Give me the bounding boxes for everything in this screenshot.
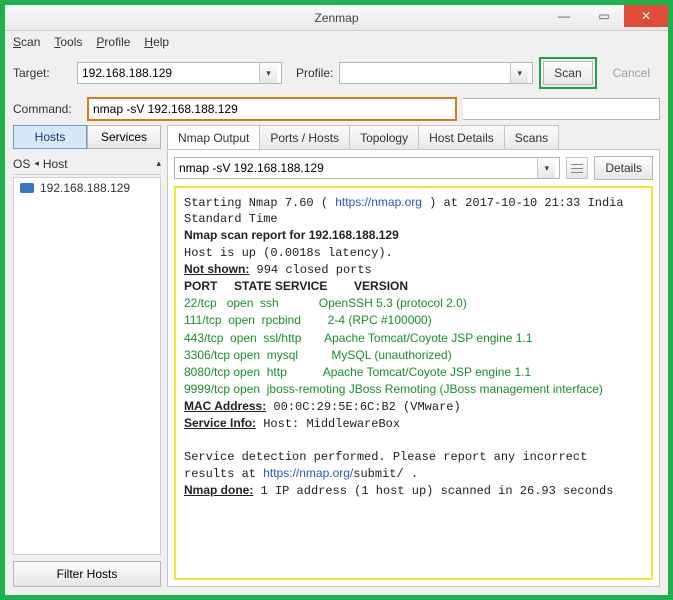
command-highlight — [87, 97, 457, 121]
tab-nmap-output[interactable]: Nmap Output — [167, 125, 260, 149]
host-list: 192.168.188.129 — [13, 177, 161, 555]
host-row[interactable]: 192.168.188.129 — [14, 178, 160, 198]
menu-tools[interactable]: Tools — [54, 35, 82, 49]
nmap-output-text[interactable]: Starting Nmap 7.60 ( https://nmap.org ) … — [174, 186, 653, 580]
tab-scans[interactable]: Scans — [504, 125, 559, 149]
main-area: Hosts Services OS ◂ Host ▴ 192.168.188.1… — [5, 125, 668, 595]
close-button[interactable]: ✕ — [624, 5, 668, 27]
tab-host-details[interactable]: Host Details — [418, 125, 505, 149]
tab-topology[interactable]: Topology — [349, 125, 419, 149]
host-ip: 192.168.188.129 — [40, 181, 130, 195]
output-scan-value: nmap -sV 192.168.188.129 — [179, 161, 324, 175]
profile-label: Profile: — [296, 66, 333, 80]
sort-left-icon: ◂ — [34, 158, 39, 169]
command-input[interactable] — [89, 99, 455, 119]
hosts-toggle[interactable]: Hosts — [13, 125, 87, 149]
menu-scan[interactable]: Scan — [13, 35, 40, 49]
chevron-down-icon[interactable]: ▾ — [510, 63, 528, 83]
chevron-down-icon[interactable]: ▾ — [259, 63, 277, 83]
left-toggle: Hosts Services — [13, 125, 161, 149]
window-controls: — ▭ ✕ — [544, 5, 668, 27]
minimize-button[interactable]: — — [544, 5, 584, 27]
title-bar: Zenmap — ▭ ✕ — [5, 5, 668, 31]
profile-combo[interactable]: ▾ — [339, 62, 533, 84]
scan-button[interactable]: Scan — [543, 61, 592, 85]
scan-highlight: Scan — [539, 57, 596, 89]
tab-bar: Nmap Output Ports / Hosts Topology Host … — [167, 125, 660, 149]
command-row: Command: — [5, 93, 668, 125]
sort-up-icon: ▴ — [156, 158, 161, 169]
target-label: Target: — [13, 66, 71, 80]
command-label: Command: — [13, 102, 81, 116]
command-input-ext[interactable] — [463, 98, 660, 120]
output-options-button[interactable] — [566, 157, 588, 179]
right-panel: Nmap Output Ports / Hosts Topology Host … — [167, 125, 660, 587]
left-panel: Hosts Services OS ◂ Host ▴ 192.168.188.1… — [13, 125, 161, 587]
app-window: Zenmap — ▭ ✕ Scan Tools Profile Help Tar… — [0, 0, 673, 600]
host-icon — [20, 183, 34, 193]
menu-help[interactable]: Help — [144, 35, 169, 49]
filter-hosts-button[interactable]: Filter Hosts — [13, 561, 161, 587]
output-scan-combo[interactable]: nmap -sV 192.168.188.129 ▾ — [174, 157, 560, 179]
menu-profile[interactable]: Profile — [96, 35, 130, 49]
details-button[interactable]: Details — [594, 156, 653, 180]
services-toggle[interactable]: Services — [87, 125, 161, 149]
maximize-button[interactable]: ▭ — [584, 5, 624, 27]
menu-bar: Scan Tools Profile Help — [5, 31, 668, 53]
target-row: Target: 192.168.188.129 ▾ Profile: ▾ Sca… — [5, 53, 668, 93]
tab-panel: nmap -sV 192.168.188.129 ▾ Details Start… — [167, 149, 660, 587]
output-toolbar: nmap -sV 192.168.188.129 ▾ Details — [174, 156, 653, 180]
os-column: OS — [13, 157, 30, 171]
host-column: Host — [43, 157, 68, 171]
tab-ports-hosts[interactable]: Ports / Hosts — [259, 125, 350, 149]
chevron-down-icon[interactable]: ▾ — [537, 158, 555, 178]
cancel-button[interactable]: Cancel — [603, 61, 660, 85]
target-combo[interactable]: 192.168.188.129 ▾ — [77, 62, 282, 84]
target-value: 192.168.188.129 — [82, 66, 172, 80]
host-tree-header[interactable]: OS ◂ Host ▴ — [13, 153, 161, 175]
